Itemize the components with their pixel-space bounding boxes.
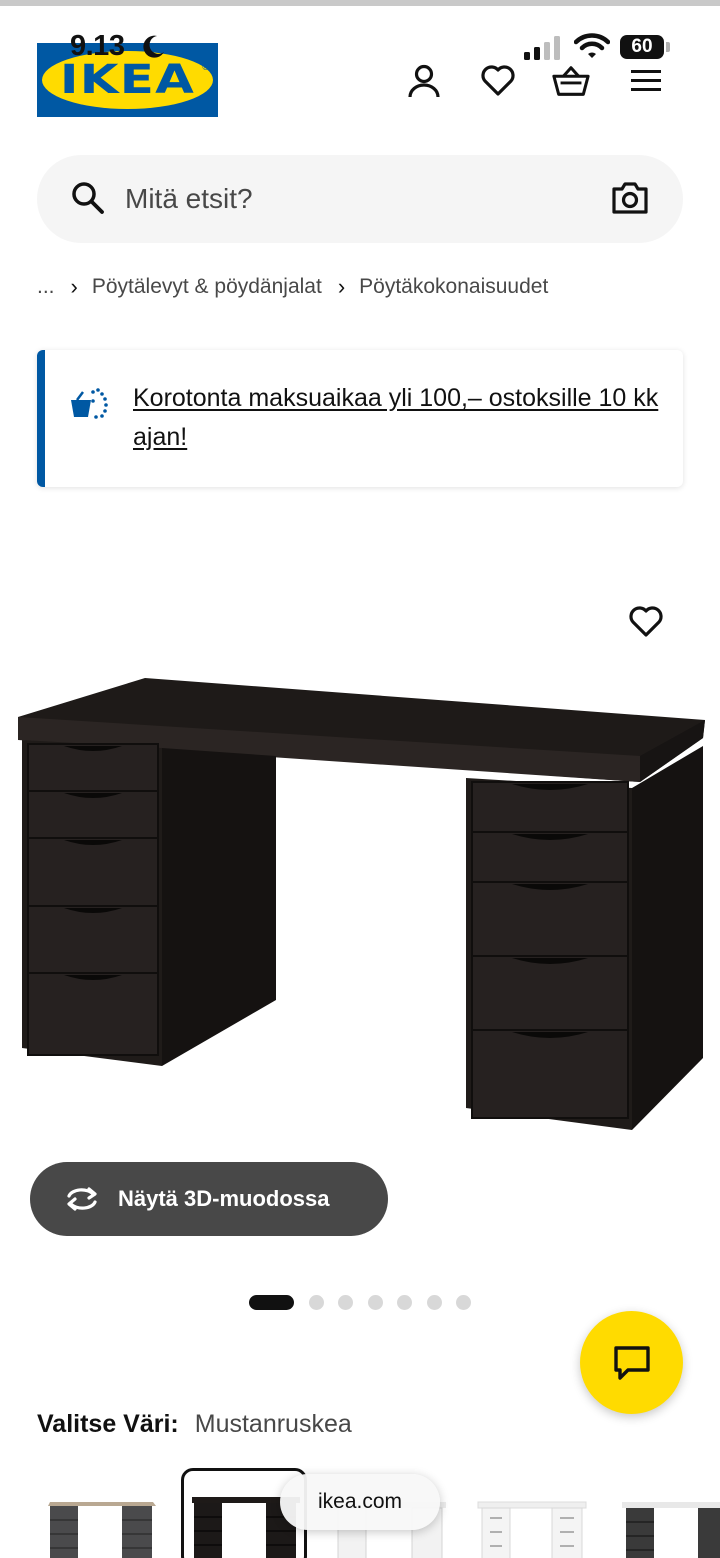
swatch-white[interactable] xyxy=(470,1468,596,1558)
favourites-button[interactable] xyxy=(479,62,517,100)
color-label: Valitse Väri: xyxy=(37,1410,179,1438)
search-bar[interactable] xyxy=(37,155,683,243)
breadcrumb-item-table-combinations[interactable]: Pöytäkokonaisuudet xyxy=(359,275,548,299)
chevron-right-icon: › xyxy=(337,274,346,299)
carousel-dot[interactable] xyxy=(426,1295,442,1310)
person-icon xyxy=(408,64,440,98)
promo-link[interactable]: Korotonta maksuaikaa yli 100,– ostoksill… xyxy=(133,379,673,457)
signal-icon xyxy=(524,36,560,60)
chevron-right-icon: › xyxy=(70,274,78,299)
rotate-3d-icon xyxy=(67,1187,97,1211)
promo-accent-bar xyxy=(37,350,45,487)
heart-icon xyxy=(629,606,663,637)
battery-indicator: 60 xyxy=(620,35,664,59)
carousel-dots xyxy=(249,1295,486,1310)
carousel-dot[interactable] xyxy=(308,1295,324,1310)
chat-bubble-icon xyxy=(613,1345,650,1380)
carousel-dot[interactable] xyxy=(456,1295,471,1310)
status-time: 9.13 xyxy=(70,30,125,62)
swatch-black-anthracite[interactable] xyxy=(614,1468,720,1558)
cart-button[interactable] xyxy=(552,62,590,100)
ikea-logo[interactable]: IKEA ® xyxy=(37,43,218,117)
promo-banner: Korotonta maksuaikaa yli 100,– ostoksill… xyxy=(37,350,683,487)
menu-icon xyxy=(631,70,661,91)
battery-cap xyxy=(666,42,670,52)
breadcrumb-item-table-tops[interactable]: Pöytälevyt & pöydänjalat xyxy=(92,275,322,299)
carousel-dot[interactable] xyxy=(338,1295,353,1310)
browser-url-pill[interactable]: ikea.com xyxy=(280,1474,440,1530)
breadcrumb: ... › Pöytälevyt & pöydänjalat › Pöytäko… xyxy=(37,274,548,300)
search-icon xyxy=(72,182,104,214)
camera-icon[interactable] xyxy=(611,181,649,215)
chat-button[interactable] xyxy=(580,1311,683,1414)
view-3d-label: Näytä 3D-muodossa xyxy=(118,1186,330,1211)
logo-registered-mark: ® xyxy=(202,62,209,72)
search-input[interactable] xyxy=(125,181,585,217)
wifi-icon xyxy=(574,33,610,58)
color-selector: Valitse Väri: Mustanruskea xyxy=(37,1410,352,1439)
carousel-dot[interactable] xyxy=(249,1295,294,1310)
top-edge xyxy=(0,0,720,6)
breadcrumb-ellipsis[interactable]: ... xyxy=(37,275,55,299)
carousel-dot[interactable] xyxy=(367,1295,383,1310)
swatch-gray-oak[interactable] xyxy=(38,1468,164,1558)
moon-icon xyxy=(143,35,164,58)
account-button[interactable] xyxy=(405,62,443,100)
basket-icon xyxy=(552,66,590,96)
carousel-dot[interactable] xyxy=(397,1295,412,1310)
payment-basket-icon xyxy=(71,388,108,419)
product-image[interactable] xyxy=(0,660,720,1140)
product-favourite-button[interactable] xyxy=(624,600,668,644)
menu-button[interactable] xyxy=(627,62,665,100)
color-value: Mustanruskea xyxy=(194,1410,352,1438)
heart-icon xyxy=(481,65,515,96)
view-3d-button[interactable]: Näytä 3D-muodossa xyxy=(30,1162,388,1236)
